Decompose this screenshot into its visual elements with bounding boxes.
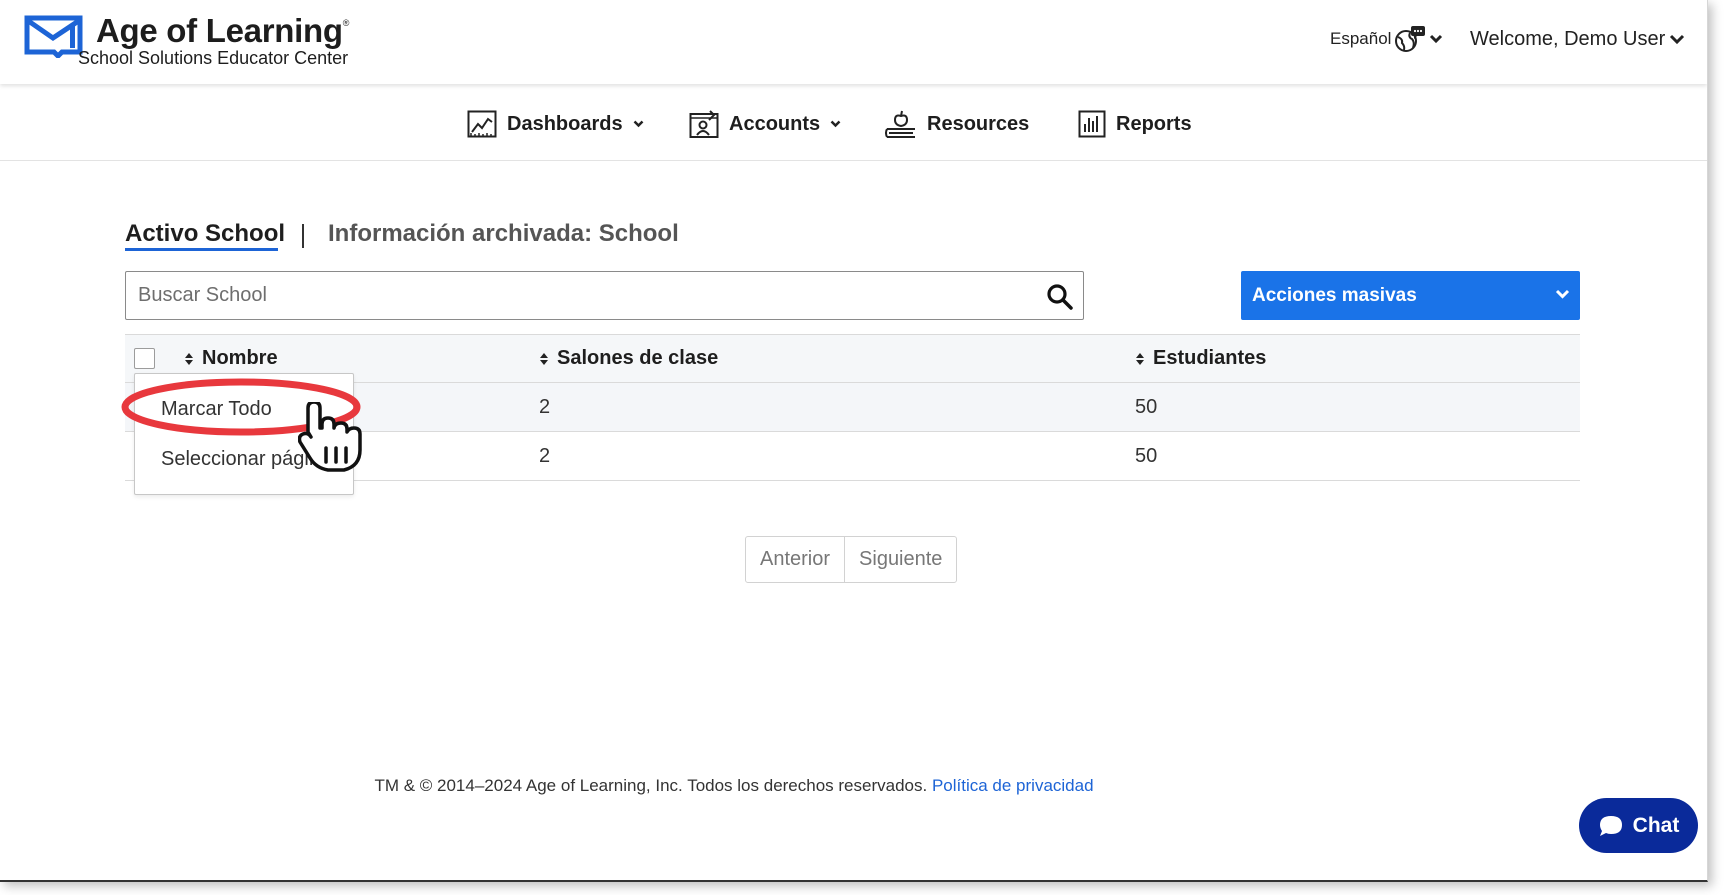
logo-subtitle: School Solutions Educator Center [78, 48, 349, 68]
sort-icon [540, 352, 548, 365]
nav-label: Reports [1116, 112, 1192, 135]
chevron-down-icon [633, 120, 643, 128]
footer: TM & © 2014–2024 Age of Learning, Inc. T… [0, 776, 1418, 796]
select-all-checkbox[interactable] [134, 348, 155, 369]
search-input[interactable] [126, 272, 1026, 319]
pagination: Anterior Siguiente [745, 536, 958, 583]
search-icon[interactable] [1046, 283, 1073, 310]
apple-books-icon [885, 110, 915, 138]
nav-reports[interactable]: Reports [1078, 108, 1192, 140]
line-chart-icon [467, 110, 497, 138]
pointer-hand-icon [298, 402, 362, 472]
sort-icon [185, 352, 193, 365]
main-nav: Dashboards Accounts Resources Reports [0, 84, 1707, 161]
bar-chart-icon [1078, 110, 1106, 138]
welcome-label: Welcome, Demo User [1470, 27, 1666, 50]
chat-bubble-icon [1599, 815, 1622, 836]
cell-classrooms: 2 [539, 396, 551, 418]
language-selector[interactable]: Español [1330, 24, 1443, 54]
user-menu[interactable]: Welcome, Demo User [1470, 24, 1685, 54]
nav-label: Dashboards [507, 112, 623, 135]
chevron-down-icon [1670, 34, 1685, 44]
logo[interactable]: Age of Learning® School Solutions Educat… [24, 12, 364, 72]
menu-item-select-all[interactable]: Marcar Todo [161, 398, 272, 421]
globe-chat-icon [1395, 26, 1426, 52]
column-header-students[interactable]: Estudiantes [1135, 347, 1266, 370]
nav-dashboards[interactable]: Dashboards [467, 108, 644, 140]
nav-label: Accounts [729, 112, 821, 135]
column-header-classrooms[interactable]: Salones de clase [539, 347, 718, 370]
chat-label: Chat [1632, 813, 1680, 837]
chevron-down-icon [830, 120, 841, 128]
nav-resources[interactable]: Resources [885, 108, 1029, 140]
tab-active-underline [125, 248, 278, 251]
sort-icon [1136, 352, 1144, 365]
nav-label: Resources [927, 112, 1030, 135]
nav-accounts[interactable]: Accounts [689, 108, 841, 140]
bulk-actions-dropdown[interactable]: Acciones masivas [1241, 271, 1580, 320]
top-header: Age of Learning® School Solutions Educat… [0, 0, 1707, 84]
chevron-down-icon [1430, 34, 1443, 44]
tab-divider [302, 224, 304, 248]
tab-active-school[interactable]: Activo School [125, 220, 285, 248]
chevron-down-icon [1555, 289, 1570, 299]
chat-button[interactable]: Chat [1579, 798, 1698, 853]
copyright-text: TM & © 2014–2024 Age of Learning, Inc. T… [374, 776, 928, 795]
logo-title: Age of Learning® [96, 12, 350, 49]
cell-students: 50 [1135, 445, 1158, 467]
search-box [125, 271, 1084, 320]
cell-classrooms: 2 [539, 445, 551, 467]
previous-page-button[interactable]: Anterior [746, 537, 844, 582]
accounts-icon [689, 110, 719, 138]
language-label: Español [1330, 29, 1392, 48]
bulk-actions-label: Acciones masivas [1252, 284, 1417, 306]
privacy-policy-link[interactable]: Política de privacidad [932, 776, 1094, 795]
tab-archived-school[interactable]: Información archivada: School [328, 220, 679, 248]
next-page-button[interactable]: Siguiente [844, 537, 956, 582]
column-header-name[interactable]: Nombre [184, 347, 278, 370]
cell-students: 50 [1135, 396, 1158, 418]
browser-frame: Age of Learning® School Solutions Educat… [0, 0, 1708, 882]
